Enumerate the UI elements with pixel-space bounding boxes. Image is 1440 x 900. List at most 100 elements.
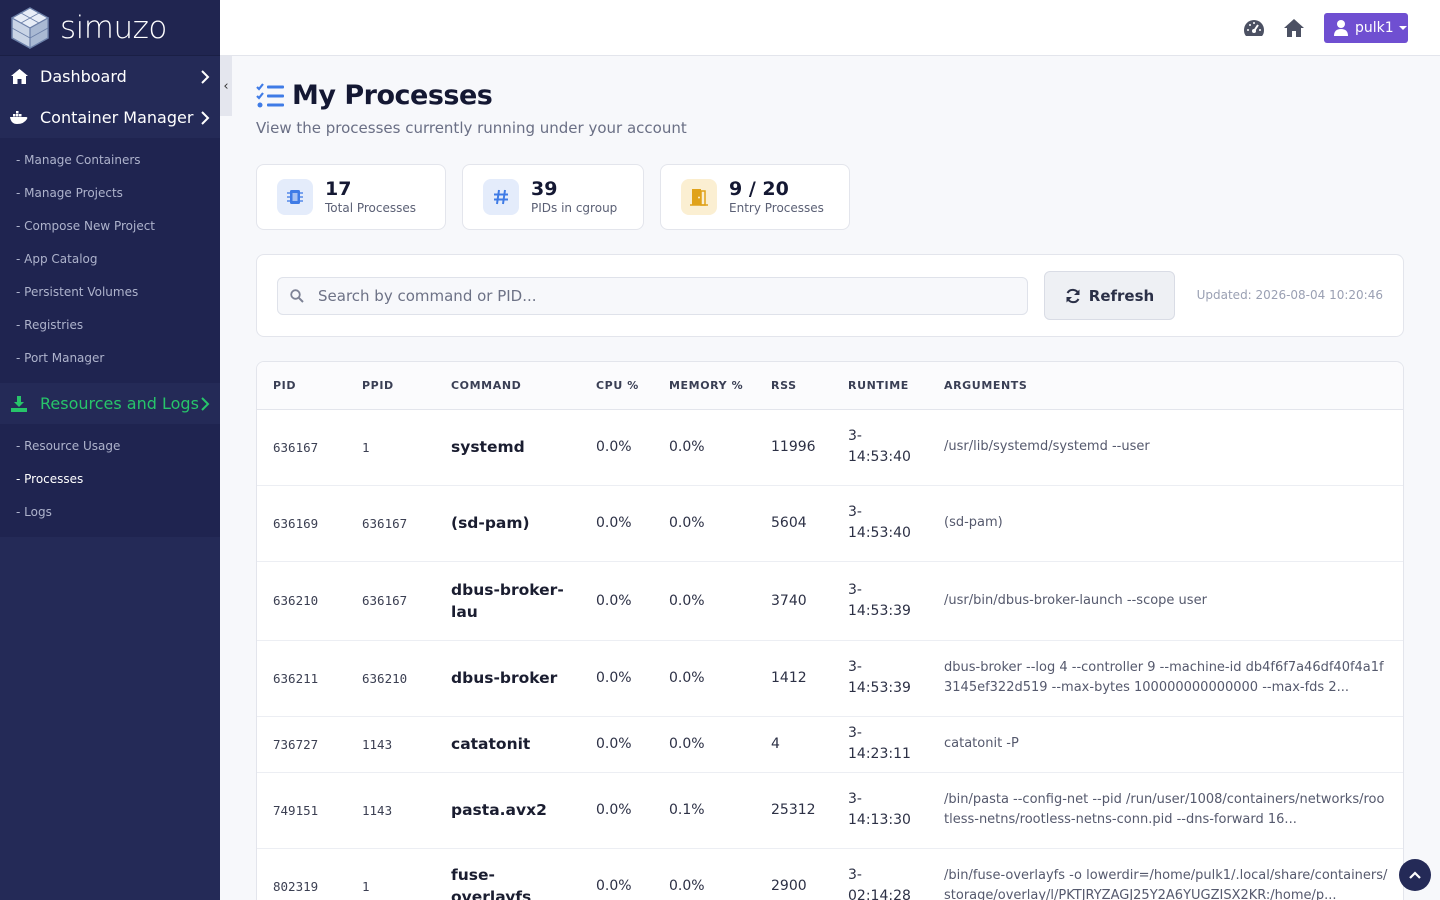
page-title: My Processes bbox=[292, 80, 493, 111]
sidebar-item-resource-usage[interactable]: - Resource Usage bbox=[0, 430, 220, 463]
stat-entry-processes: 9 / 20 Entry Processes bbox=[660, 164, 850, 230]
table-row[interactable]: 636211 636210 dbus-broker 0.0% 0.0% 1412… bbox=[257, 640, 1403, 717]
cell-ppid: 1 bbox=[346, 409, 435, 486]
cell-runtime: 3-14:23:11 bbox=[832, 716, 928, 773]
cell-rss: 11996 bbox=[755, 409, 832, 486]
sidebar-item-port-manager[interactable]: - Port Manager bbox=[0, 342, 220, 375]
cell-cpu: 0.0% bbox=[580, 409, 653, 486]
search-input[interactable] bbox=[318, 287, 998, 305]
speedometer-icon[interactable] bbox=[1243, 18, 1265, 38]
sidebar-item-label: Dashboard bbox=[40, 67, 127, 86]
sidebar-item-registries[interactable]: - Registries bbox=[0, 309, 220, 342]
brand[interactable]: simuzo bbox=[0, 0, 220, 56]
sidebar-item-compose-new-project[interactable]: - Compose New Project bbox=[0, 210, 220, 243]
sidebar-item-manage-containers[interactable]: - Manage Containers bbox=[0, 144, 220, 177]
cell-pid: 636210 bbox=[257, 561, 346, 641]
brand-name: simuzo bbox=[60, 9, 167, 46]
sidebar-item-logs[interactable]: - Logs bbox=[0, 496, 220, 529]
cell-runtime: 3-14:53:40 bbox=[832, 409, 928, 486]
cell-rss: 4 bbox=[755, 716, 832, 773]
arguments-text: dbus-broker --log 4 --controller 9 --mac… bbox=[944, 660, 1384, 695]
chevron-up-icon bbox=[1409, 871, 1421, 879]
cell-cpu: 0.0% bbox=[580, 716, 653, 773]
cell-command: systemd bbox=[435, 409, 580, 486]
home-icon[interactable] bbox=[1283, 18, 1305, 38]
cell-pid: 749151 bbox=[257, 772, 346, 849]
sidebar-item-persistent-volumes[interactable]: - Persistent Volumes bbox=[0, 276, 220, 309]
cell-memory: 0.0% bbox=[653, 848, 755, 900]
arguments-text: /bin/pasta --config-net --pid /run/user/… bbox=[944, 792, 1385, 827]
home-icon bbox=[10, 68, 28, 86]
cell-cpu: 0.0% bbox=[580, 848, 653, 900]
stat-label: Entry Processes bbox=[729, 201, 824, 215]
cell-cpu: 0.0% bbox=[580, 772, 653, 849]
table-row[interactable]: 736727 1143 catatonit 0.0% 0.0% 4 3-14:2… bbox=[257, 716, 1403, 773]
table-row[interactable]: 802319 1 fuse-overlayfs 0.0% 0.0% 2900 3… bbox=[257, 848, 1403, 900]
user-menu-button[interactable]: pulk1 bbox=[1324, 13, 1408, 43]
cube-logo-icon bbox=[10, 6, 50, 49]
cell-memory: 0.0% bbox=[653, 716, 755, 773]
column-header-rss[interactable]: RSS bbox=[755, 362, 832, 410]
sidebar-item-manage-projects[interactable]: - Manage Projects bbox=[0, 177, 220, 210]
cell-memory: 0.0% bbox=[653, 485, 755, 562]
resources-submenu: - Resource Usage - Processes - Logs bbox=[0, 424, 220, 537]
topbar: pulk1 bbox=[220, 0, 1440, 56]
cell-arguments: catatonit -P bbox=[928, 716, 1403, 773]
cell-arguments: dbus-broker --log 4 --controller 9 --mac… bbox=[928, 640, 1403, 717]
table-row[interactable]: 636210 636167 dbus-broker-lau 0.0% 0.0% … bbox=[257, 561, 1403, 641]
table-row[interactable]: 636167 1 systemd 0.0% 0.0% 11996 3-14:53… bbox=[257, 409, 1403, 486]
cell-arguments: (sd-pam) bbox=[928, 485, 1403, 562]
column-header-arguments[interactable]: ARGUMENTS bbox=[928, 362, 1403, 410]
cell-rss: 25312 bbox=[755, 772, 832, 849]
sidebar-item-app-catalog[interactable]: - App Catalog bbox=[0, 243, 220, 276]
chevron-right-icon bbox=[201, 69, 210, 84]
cell-command: dbus-broker-lau bbox=[435, 561, 580, 641]
table-row[interactable]: 749151 1143 pasta.avx2 0.0% 0.1% 25312 3… bbox=[257, 772, 1403, 849]
cell-cpu: 0.0% bbox=[580, 561, 653, 641]
column-header-memory[interactable]: MEMORY % bbox=[653, 362, 755, 410]
column-header-pid[interactable]: PID bbox=[257, 362, 346, 410]
column-header-command[interactable]: COMMAND bbox=[435, 362, 580, 410]
table-row[interactable]: 636169 636167 (sd-pam) 0.0% 0.0% 5604 3-… bbox=[257, 485, 1403, 562]
column-header-runtime[interactable]: RUNTIME bbox=[832, 362, 928, 410]
cell-runtime: 3-14:53:40 bbox=[832, 485, 928, 562]
arguments-text: (sd-pam) bbox=[944, 515, 1003, 530]
cell-command: pasta.avx2 bbox=[435, 772, 580, 849]
column-header-cpu[interactable]: CPU % bbox=[580, 362, 653, 410]
cell-ppid: 636167 bbox=[346, 561, 435, 641]
docker-icon bbox=[10, 109, 28, 127]
cell-command: (sd-pam) bbox=[435, 485, 580, 562]
column-header-ppid[interactable]: PPID bbox=[346, 362, 435, 410]
cell-cpu: 0.0% bbox=[580, 485, 653, 562]
user-name: pulk1 bbox=[1355, 20, 1394, 36]
sidebar-item-container-manager[interactable]: Container Manager bbox=[0, 97, 220, 138]
sidebar-item-label: Container Manager bbox=[40, 108, 194, 127]
page-subtitle: View the processes currently running und… bbox=[256, 119, 687, 137]
sidebar: simuzo Dashboard Container Manager - Man… bbox=[0, 0, 220, 900]
table-header-row: PID PPID COMMAND CPU % MEMORY % RSS RUNT… bbox=[257, 362, 1403, 410]
cell-runtime: 3-14:53:39 bbox=[832, 561, 928, 641]
sidebar-collapse-toggle[interactable]: ‹ bbox=[220, 56, 232, 116]
cell-arguments: /usr/lib/systemd/systemd --user bbox=[928, 409, 1403, 486]
cell-rss: 5604 bbox=[755, 485, 832, 562]
refresh-button[interactable]: Refresh bbox=[1044, 271, 1175, 320]
cell-ppid: 1143 bbox=[346, 716, 435, 773]
sidebar-item-dashboard[interactable]: Dashboard bbox=[0, 56, 220, 97]
cell-memory: 0.1% bbox=[653, 772, 755, 849]
stat-total-processes: 17 Total Processes bbox=[256, 164, 446, 230]
cell-command: fuse-overlayfs bbox=[435, 848, 580, 900]
cell-memory: 0.0% bbox=[653, 561, 755, 641]
cell-arguments: /usr/bin/dbus-broker-launch --scope user bbox=[928, 561, 1403, 641]
refresh-label: Refresh bbox=[1088, 286, 1155, 305]
container-manager-submenu: - Manage Containers - Manage Projects - … bbox=[0, 138, 220, 383]
process-table-card: PID PPID COMMAND CPU % MEMORY % RSS RUNT… bbox=[256, 361, 1404, 900]
scroll-to-top-button[interactable] bbox=[1399, 859, 1431, 891]
sidebar-item-processes[interactable]: - Processes bbox=[0, 463, 220, 496]
cell-pid: 736727 bbox=[257, 716, 346, 773]
user-icon bbox=[1334, 20, 1348, 36]
stat-label: Total Processes bbox=[325, 201, 416, 215]
chevron-right-icon bbox=[201, 110, 210, 125]
stat-value: 39 bbox=[531, 178, 558, 200]
sidebar-item-resources-and-logs[interactable]: Resources and Logs bbox=[0, 383, 220, 424]
cell-runtime: 3-14:13:30 bbox=[832, 772, 928, 849]
